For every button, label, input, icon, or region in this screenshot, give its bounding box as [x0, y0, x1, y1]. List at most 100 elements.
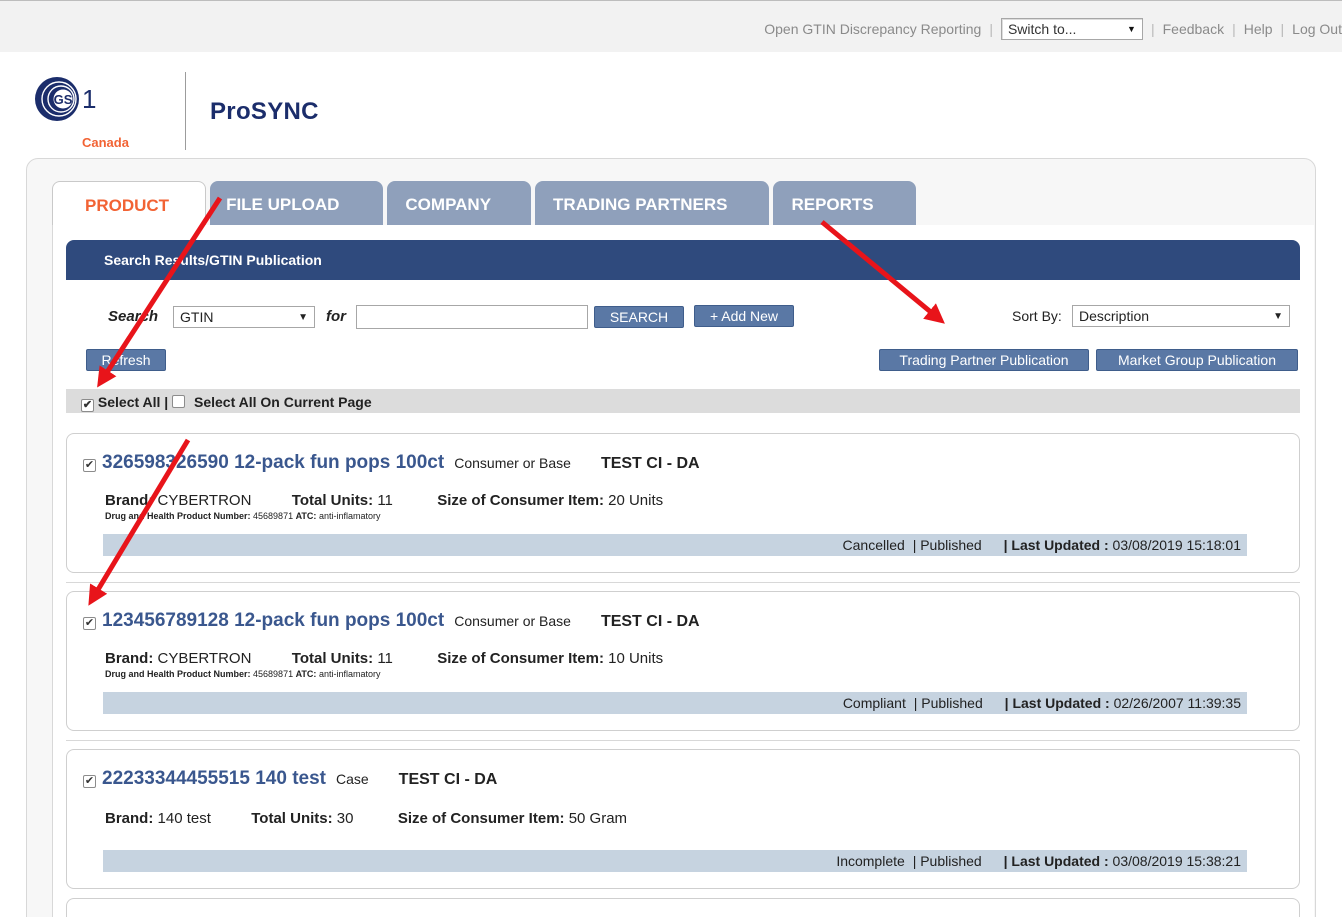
status-bar: Incomplete | Published | Last Updated : …	[103, 850, 1247, 872]
logo-number: 1	[82, 84, 97, 114]
product-card-partial	[66, 898, 1300, 917]
product-type: Consumer or Base	[454, 613, 571, 629]
size-label: Size of Consumer Item:	[397, 810, 565, 827]
chevron-down-icon: ▼	[298, 311, 308, 323]
last-updated-value: 02/26/2007 11:39:35	[1113, 695, 1241, 711]
trading-company: TEST CI - DA	[600, 613, 700, 630]
top-links: Open GTIN Discrepancy Reporting | Switch…	[764, 18, 1342, 40]
total-units-value: 11	[377, 492, 393, 509]
sort-by-select[interactable]: Description ▼	[1072, 305, 1290, 327]
search-input[interactable]	[356, 305, 588, 329]
size-label: Size of Consumer Item:	[437, 650, 604, 667]
gs1-logo-mark-icon: GS	[35, 77, 79, 121]
separator: |	[989, 21, 993, 37]
trading-partner-publication-button[interactable]: Trading Partner Publication	[879, 349, 1089, 371]
chevron-down-icon: ▼	[1273, 310, 1283, 322]
results-header: Search Results/GTIN Publication	[66, 240, 1300, 280]
separator: |	[1280, 21, 1285, 37]
app-title: ProSYNC	[210, 98, 319, 125]
separator: |	[1232, 21, 1236, 37]
total-units-value: 30	[336, 810, 354, 827]
status-value: Compliant	[842, 695, 906, 711]
search-field-select[interactable]: GTIN ▼	[173, 306, 315, 328]
published-value: | Published	[912, 537, 982, 553]
select-all-group: ✔ Select All | Select All On Current Pag…	[81, 394, 372, 412]
product-card: ✔ 123456789128 12-pack fun pops 100ct Co…	[66, 591, 1300, 731]
atc-label: ATC:	[295, 511, 317, 521]
search-field-value: GTIN	[180, 309, 214, 325]
tab-file-upload[interactable]: FILE UPLOAD	[210, 181, 384, 225]
top-utility-bar: Open GTIN Discrepancy Reporting | Switch…	[0, 0, 1342, 52]
dhpn-label: Drug and Health Product Number:	[105, 511, 251, 521]
product-attributes: Brand: 140 test Total Units: 30 Size of …	[105, 810, 627, 827]
status-bar: Cancelled | Published | Last Updated : 0…	[103, 534, 1247, 556]
brand-label: Brand:	[105, 810, 154, 827]
product-sub-attributes: Drug and Health Product Number: 45689871…	[105, 669, 380, 679]
select-all-label: Select All |	[97, 394, 169, 410]
product-title-row: ✔ 22233344455515 140 test Case TEST CI -…	[83, 768, 497, 790]
size-value: 10 Units	[608, 650, 664, 667]
product-type: Case	[335, 771, 369, 787]
last-updated-value: 03/08/2019 15:38:21	[1112, 853, 1241, 869]
last-updated-value: 03/08/2019 15:18:01	[1112, 537, 1241, 553]
total-units-label: Total Units:	[291, 492, 374, 509]
search-button[interactable]: SEARCH	[594, 306, 684, 328]
product-gtin-link[interactable]: 22233344455515 140 test	[102, 768, 326, 790]
tab-reports[interactable]: REPORTS	[773, 181, 916, 225]
atc-value: anti-inflamatory	[318, 669, 381, 679]
trading-company: TEST CI - DA	[600, 455, 700, 472]
brand-label: Brand:	[105, 650, 154, 667]
tab-trading-partners[interactable]: TRADING PARTNERS	[535, 181, 770, 225]
search-row: Search GTIN ▼ for SEARCH + Add New Sort …	[66, 280, 1300, 342]
last-updated-label: | Last Updated :	[1003, 537, 1109, 553]
product-type: Consumer or Base	[454, 455, 571, 471]
product-card: ✔ 22233344455515 140 test Case TEST CI -…	[66, 749, 1300, 889]
select-all-checkbox[interactable]: ✔	[81, 399, 94, 412]
brand-value: CYBERTRON	[157, 492, 252, 509]
add-new-button[interactable]: + Add New	[694, 305, 794, 327]
refresh-button[interactable]: Refresh	[86, 349, 166, 371]
product-gtin-link[interactable]: 326598326590 12-pack fun pops 100ct	[102, 452, 444, 474]
status-value: Cancelled	[842, 537, 905, 553]
logo-country: Canada	[82, 135, 129, 150]
total-units-label: Total Units:	[251, 810, 333, 827]
published-value: | Published	[913, 695, 983, 711]
select-all-page-label: Select All On Current Page	[194, 394, 372, 410]
size-label: Size of Consumer Item:	[437, 492, 604, 509]
product-attributes: Brand: CYBERTRON Total Units: 11 Size of…	[105, 492, 663, 509]
for-label: for	[326, 308, 346, 325]
help-link[interactable]: Help	[1244, 21, 1273, 37]
switch-to-value: Switch to...	[1007, 21, 1077, 37]
status-value: Incomplete	[836, 853, 905, 869]
select-all-page-checkbox[interactable]	[172, 395, 186, 408]
logout-link[interactable]: Log Out	[1292, 21, 1342, 37]
brand-value: CYBERTRON	[157, 650, 252, 667]
logo-divider	[185, 72, 186, 150]
status-bar: Compliant | Published | Last Updated : 0…	[103, 692, 1247, 714]
tab-product[interactable]: PRODUCT	[52, 181, 207, 225]
feedback-link[interactable]: Feedback	[1163, 21, 1224, 37]
card-divider	[66, 582, 1300, 583]
switch-to-select[interactable]: Switch to... ▼	[1000, 18, 1143, 40]
discrepancy-reporting-link[interactable]: Open GTIN Discrepancy Reporting	[764, 21, 981, 37]
svg-text:GS: GS	[54, 92, 73, 107]
market-group-publication-button[interactable]: Market Group Publication	[1096, 349, 1298, 371]
sort-by-label: Sort By:	[1012, 308, 1062, 324]
tab-company[interactable]: COMPANY	[387, 181, 532, 225]
brand-label: Brand:	[105, 492, 154, 509]
dhpn-value: 45689871	[253, 511, 294, 521]
product-checkbox[interactable]: ✔	[83, 617, 96, 630]
sort-by-value: Description	[1079, 308, 1150, 324]
last-updated-label: | Last Updated :	[1003, 853, 1109, 869]
product-checkbox[interactable]: ✔	[83, 459, 96, 472]
size-value: 50 Gram	[568, 810, 628, 827]
product-checkbox[interactable]: ✔	[83, 775, 96, 788]
product-title-row: ✔ 326598326590 12-pack fun pops 100ct Co…	[83, 452, 700, 474]
product-sub-attributes: Drug and Health Product Number: 45689871…	[105, 511, 380, 521]
size-value: 20 Units	[608, 492, 664, 509]
atc-label: ATC:	[295, 669, 317, 679]
product-gtin-link[interactable]: 123456789128 12-pack fun pops 100ct	[102, 610, 444, 632]
last-updated-label: | Last Updated :	[1004, 695, 1110, 711]
product-title-row: ✔ 123456789128 12-pack fun pops 100ct Co…	[83, 610, 700, 632]
card-divider	[66, 740, 1300, 741]
